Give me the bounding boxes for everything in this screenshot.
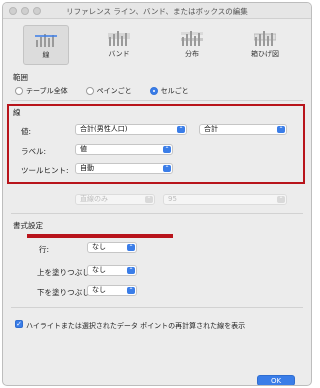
line-heading: 線: [13, 108, 21, 117]
chevron-updown-icon: ⌃: [127, 244, 135, 251]
scope-table-label: テーブル全体: [26, 87, 68, 95]
value-field-text: 合計(男性人口): [80, 125, 128, 133]
chevron-updown-icon: ⌃: [127, 267, 135, 274]
label-select[interactable]: 値 ⌃: [75, 144, 173, 155]
row-line-style-select[interactable]: なし ⌃: [87, 242, 137, 253]
chevron-updown-icon: ⌃: [145, 196, 153, 203]
tooltip-label: ツールヒント:: [21, 166, 69, 175]
recalc-checkbox-label: ハイライトまたは選択されたデータ ポイントの再計算された線を表示: [26, 322, 246, 330]
line-chart-icon: [35, 34, 57, 47]
ok-button[interactable]: OK: [257, 375, 295, 385]
window-title: リファレンス ライン、バンド、またはボックスの編集: [66, 7, 248, 16]
row-highlight: [27, 234, 173, 238]
tab-distribution[interactable]: 分布: [169, 25, 215, 65]
dialog-window: リファレンス ライン、バンド、またはボックスの編集 線 バンド 分布 箱ひげ図 …: [2, 2, 312, 386]
band-chart-icon: [108, 31, 130, 46]
confidence-percent-text: 95: [168, 195, 177, 203]
scope-table-radio[interactable]: [15, 87, 23, 95]
chevron-updown-icon: ⌃: [163, 165, 171, 172]
value-label: 値:: [21, 127, 32, 136]
label-label: ラベル:: [21, 147, 47, 156]
tab-box-plot[interactable]: 箱ひげ図: [242, 25, 288, 65]
chevron-updown-icon: ⌃: [163, 146, 171, 153]
scope-pane-radio[interactable]: [85, 87, 94, 95]
chevron-updown-icon: ⌃: [277, 126, 285, 133]
scope-radio-group: テーブル全体 ペインごと セルごと: [15, 86, 207, 96]
fill-below-label: 下を塗りつぶし:: [37, 288, 93, 297]
value-field-select[interactable]: 合計(男性人口) ⌃: [75, 124, 187, 135]
value-aggregation-select[interactable]: 合計 ⌃: [199, 124, 287, 135]
confidence-mode-text: 直線のみ: [80, 195, 108, 203]
format-heading: 書式設定: [13, 221, 43, 230]
tooltip-select[interactable]: 自動 ⌃: [75, 163, 173, 174]
row-line-style-text: なし: [92, 243, 106, 251]
tooltip-select-text: 自動: [80, 164, 94, 172]
row-label: 行:: [39, 245, 50, 254]
scope-cell-radio[interactable]: [149, 87, 158, 95]
fill-below-select[interactable]: なし ⌃: [87, 285, 137, 296]
chevron-updown-icon: ⌃: [277, 196, 285, 203]
scope-heading: 範囲: [13, 73, 28, 82]
recalc-checkbox[interactable]: ✓: [15, 320, 23, 328]
distribution-chart-icon: [181, 31, 203, 46]
box-plot-icon: [254, 31, 276, 46]
title-bar: リファレンス ライン、バンド、またはボックスの編集: [3, 3, 311, 19]
tab-line-label: 線: [42, 51, 50, 59]
divider: [11, 213, 303, 214]
tab-line[interactable]: 線: [23, 25, 69, 65]
confidence-percent-select[interactable]: 95 ⌃: [163, 194, 287, 205]
confidence-mode-select[interactable]: 直線のみ ⌃: [75, 194, 155, 205]
divider: [11, 100, 303, 101]
divider: [11, 307, 303, 308]
chevron-updown-icon: ⌃: [177, 126, 185, 133]
fill-below-text: なし: [92, 286, 106, 294]
label-select-text: 値: [80, 145, 87, 153]
scope-cell-label: セルごと: [160, 87, 189, 95]
tab-band-label: バンド: [108, 50, 130, 58]
chevron-updown-icon: ⌃: [127, 287, 135, 294]
fill-above-text: なし: [92, 266, 106, 274]
fill-above-label: 上を塗りつぶし:: [37, 268, 93, 277]
scope-pane-label: ペインごと: [96, 87, 132, 95]
tab-band[interactable]: バンド: [96, 25, 142, 65]
value-aggregation-text: 合計: [204, 125, 218, 133]
tab-distribution-label: 分布: [185, 50, 199, 58]
tab-box-plot-label: 箱ひげ図: [251, 50, 279, 58]
fill-above-select[interactable]: なし ⌃: [87, 265, 137, 276]
